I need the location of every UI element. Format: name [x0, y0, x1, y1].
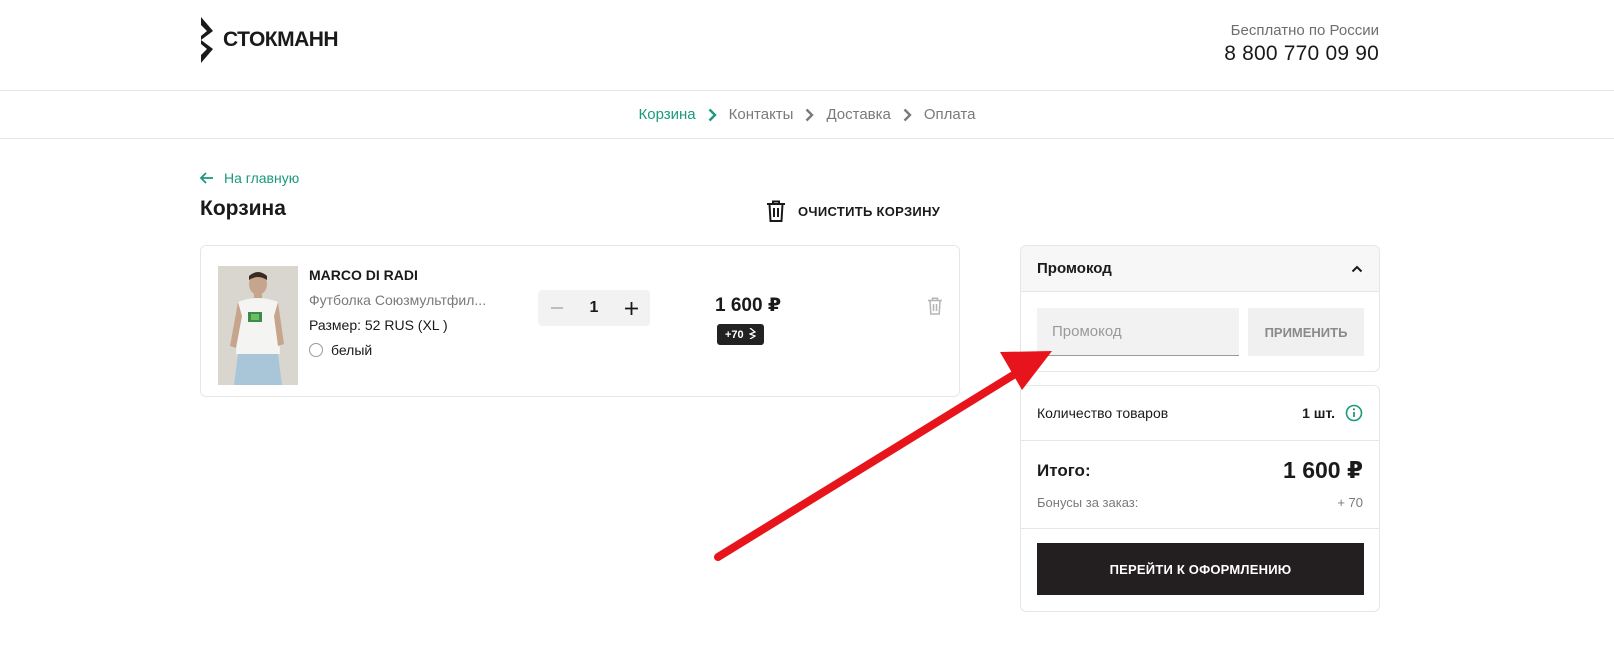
item-price: 1 600 ₽ — [715, 295, 782, 316]
product-name[interactable]: Футболка Союзмультфил... — [309, 292, 486, 308]
promo-header[interactable]: Промокод — [1021, 246, 1379, 292]
chevron-right-icon — [903, 108, 912, 121]
product-photo-illustration — [218, 266, 298, 385]
items-count-label: Количество товаров — [1037, 405, 1169, 421]
items-count-row: Количество товаров 1 шт. — [1021, 386, 1379, 441]
logo-mark-icon — [201, 17, 213, 63]
bonus-badge: +70 — [717, 324, 764, 345]
trash-icon — [767, 200, 785, 222]
step-cart[interactable]: Корзина — [639, 106, 696, 123]
promo-title: Промокод — [1037, 260, 1112, 277]
chevron-up-icon — [1351, 265, 1363, 272]
back-link-label: На главную — [224, 170, 300, 186]
promo-code-input[interactable] — [1037, 308, 1239, 356]
clear-cart-button[interactable]: ОЧИСТИТЬ КОРЗИНУ — [766, 200, 940, 222]
promo-panel: Промокод ПРИМЕНИТЬ — [1020, 245, 1380, 372]
items-count: 1 шт. — [1302, 404, 1363, 422]
logo[interactable]: СТОКМАНН — [199, 17, 339, 63]
chevron-right-icon — [708, 108, 717, 121]
increase-quantity-button[interactable] — [620, 297, 642, 319]
product-info: MARCO DI RADI Футболка Союзмультфил... Р… — [309, 267, 486, 358]
logo-text: СТОКМАНН — [223, 28, 339, 51]
total-label: Итого: — [1037, 461, 1091, 480]
plus-icon — [624, 301, 638, 315]
bonus-coin-icon — [747, 327, 757, 340]
back-to-home-link[interactable]: На главную — [200, 170, 299, 186]
order-bonus-value: + 70 — [1337, 495, 1363, 510]
remove-item-button[interactable] — [927, 297, 943, 320]
step-payment[interactable]: Оплата — [924, 106, 976, 123]
color-swatch — [309, 343, 323, 357]
quantity-value: 1 — [589, 299, 599, 316]
checkout-steps: Корзина Контакты Доставка Оплата — [0, 91, 1614, 139]
total-block: Итого: 1 600 ₽ Бонусы за заказ: + 70 — [1021, 441, 1379, 529]
product-image[interactable] — [218, 266, 298, 385]
page-title: Корзина — [200, 197, 286, 220]
product-size: Размер: 52 RUS (XL ) — [309, 317, 448, 333]
order-bonus-label: Бонусы за заказ: — [1037, 495, 1139, 510]
apply-promo-button[interactable]: ПРИМЕНИТЬ — [1248, 308, 1364, 356]
order-summary: Количество товаров 1 шт. Итого: 1 600 ₽ … — [1020, 385, 1380, 612]
product-brand[interactable]: MARCO DI RADI — [309, 267, 486, 283]
decrease-quantity-button[interactable] — [546, 297, 568, 319]
minus-icon — [551, 307, 563, 309]
bonus-badge-value: +70 — [725, 329, 744, 341]
checkout-button[interactable]: ПЕРЕЙТИ К ОФОРМЛЕНИЮ — [1037, 543, 1364, 595]
phone-number[interactable]: 8 800 770 09 90 — [1224, 42, 1379, 66]
info-icon[interactable] — [1345, 404, 1363, 422]
product-color: белый — [309, 342, 486, 358]
chevron-right-icon — [806, 108, 815, 121]
phone-block: Бесплатно по России 8 800 770 09 90 — [1224, 22, 1379, 66]
arrow-left-icon — [200, 172, 213, 184]
clear-cart-label: ОЧИСТИТЬ КОРЗИНУ — [798, 203, 941, 219]
quantity-stepper: 1 — [538, 290, 650, 326]
total-value: 1 600 ₽ — [1283, 457, 1363, 483]
promo-body: ПРИМЕНИТЬ — [1021, 292, 1379, 371]
items-count-value: 1 шт. — [1302, 405, 1335, 421]
step-delivery[interactable]: Доставка — [826, 106, 890, 123]
product-color-label: белый — [331, 342, 373, 358]
site-header: СТОКМАНН Бесплатно по России 8 800 770 0… — [0, 0, 1614, 91]
step-contacts[interactable]: Контакты — [729, 106, 794, 123]
phone-caption: Бесплатно по России — [1230, 22, 1379, 39]
cart-item: MARCO DI RADI Футболка Союзмультфил... Р… — [200, 245, 960, 397]
trash-icon — [928, 297, 942, 315]
